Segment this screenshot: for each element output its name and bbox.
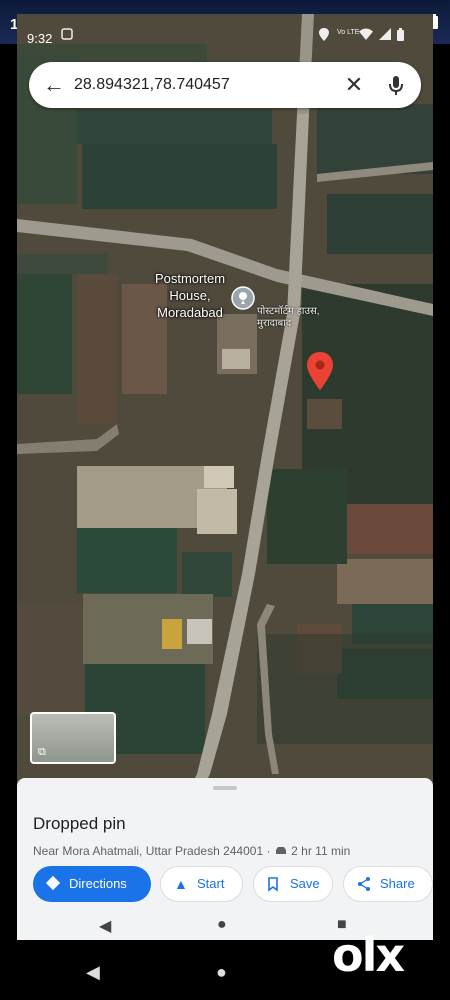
start-button[interactable]: ▲ Start — [160, 866, 243, 902]
place-label-hindi: पोस्टमॉर्टम हाउस, मुरादाबाद — [257, 306, 320, 329]
share-button[interactable]: Share — [343, 866, 433, 902]
volte-label: Vo LTE — [337, 29, 360, 36]
search-input[interactable]: 28.894321,78.740457 — [74, 76, 230, 94]
search-bar[interactable]: ← 28.894321,78.740457 ✕ — [29, 62, 421, 108]
inner-clock: 9:32 — [27, 31, 53, 46]
inner-status-bar: 9:32 Vo LTE — [17, 14, 433, 54]
signal-icon — [379, 28, 391, 43]
place-subtitle: Near Mora Ahatmali, Uttar Pradesh 244001… — [33, 844, 350, 858]
close-icon[interactable]: ✕ — [339, 70, 369, 100]
back-arrow-icon[interactable]: ← — [39, 70, 69, 100]
place-bottom-sheet[interactable]: Dropped pin Near Mora Ahatmali, Uttar Pr… — [17, 778, 433, 940]
wifi-icon — [359, 28, 373, 43]
dropped-pin-icon[interactable] — [307, 352, 333, 390]
layers-thumbnail-button[interactable]: ⧉ — [30, 712, 116, 764]
olx-watermark: olx — [332, 928, 405, 982]
notification-icon — [61, 28, 73, 43]
home-circle-icon[interactable]: ● — [217, 916, 227, 934]
navigation-arrow-icon: ▲ — [174, 876, 188, 892]
battery-icon — [397, 28, 404, 44]
drag-handle[interactable] — [213, 786, 237, 790]
separator-dot: · — [266, 844, 271, 858]
place-address: Near Mora Ahatmali, Uttar Pradesh 244001 — [33, 844, 264, 858]
share-icon — [357, 867, 371, 913]
place-title: Dropped pin — [33, 814, 126, 833]
back-triangle-icon[interactable]: ◀ — [86, 962, 100, 983]
directions-icon — [45, 866, 61, 913]
save-button[interactable]: Save — [253, 866, 333, 902]
back-triangle-icon[interactable]: ◀ — [99, 916, 111, 936]
layers-icon: ⧉ — [38, 746, 46, 758]
maps-screenshot: 9:32 Vo LTE ← 28.894321,78.740457 ✕ Post… — [17, 14, 433, 940]
location-icon — [319, 28, 329, 44]
directions-button[interactable]: Directions — [33, 866, 151, 902]
place-label[interactable]: Postmortem House, Moradabad — [135, 270, 245, 321]
car-icon — [274, 844, 288, 858]
travel-time: 2 hr 11 min — [291, 844, 351, 858]
home-circle-icon[interactable]: ● — [216, 962, 227, 983]
bookmark-icon — [267, 867, 279, 913]
place-marker-icon[interactable] — [231, 286, 255, 310]
microphone-icon[interactable] — [381, 70, 411, 100]
